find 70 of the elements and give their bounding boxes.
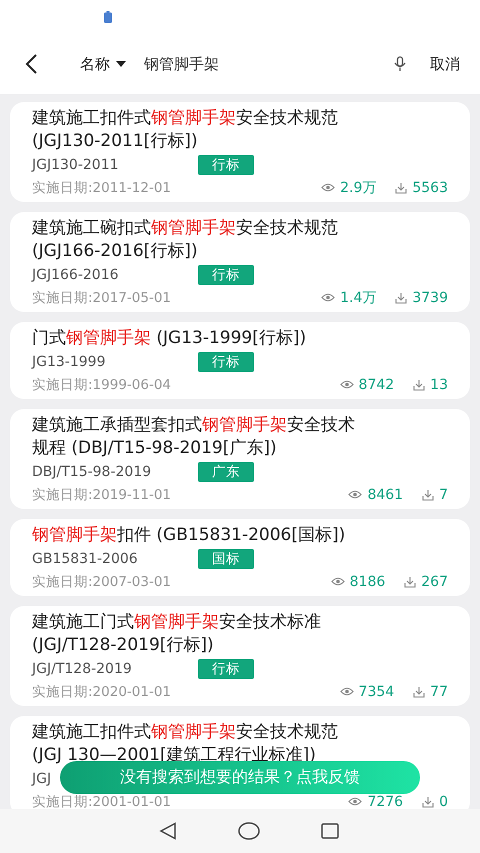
effective-date: 实施日期:2017-05-01 [32,288,172,306]
effective-date: 实施日期:2007-03-01 [32,572,172,590]
eye-icon [321,183,336,192]
eye-icon [348,797,362,806]
download-count: 0 [439,794,448,809]
download-count: 7 [439,486,448,502]
eye-icon [340,687,354,696]
download-count: 5563 [412,180,448,196]
caret-icon [116,60,126,68]
result-title: 钢管脚手架扣件 (GB15831-2006[国标]) [32,524,346,547]
download-icon [404,576,416,588]
back-button[interactable] [24,53,38,75]
eye-icon [348,490,362,499]
category-tag: 行标 [198,264,254,284]
effective-date: 实施日期:2019-11-01 [32,486,172,504]
standard-code: JGJ130-2011 [32,156,119,172]
standard-code: DBJ/T15-98-2019 [32,464,152,480]
eye-icon [321,293,336,302]
view-count: 2.9万 [340,178,376,196]
effective-date: 实施日期:1999-06-04 [32,376,172,394]
category-tag: 行标 [198,154,254,174]
download-icon [395,292,408,304]
result-card[interactable]: 门式钢管脚手架 (JG13-1999[行标]) JG13-1999 行标 实施日期:1999-06-04 8742 13 [10,322,470,399]
search-field[interactable]: 钢管脚手架 [144,55,394,73]
result-title: 建筑施工扣件式钢管脚手架安全技术规范(JGJ130-2011[行标]) [32,107,339,153]
result-title: 建筑施工门式钢管脚手架安全技术标准(JGJ/T128-2019[行标]) [32,611,322,657]
result-card[interactable]: 钢管脚手架扣件 (GB15831-2006[国标]) GB15831-2006 国标 实施日期:2007-03-01 8186 267 [10,519,470,596]
standard-code: GB15831-2006 [32,550,138,566]
result-title: 门式钢管脚手架 (JG13-1999[行标]) [32,327,308,350]
standard-code: JGJ166-2016 [32,266,119,282]
download-count: 3739 [412,290,448,306]
standard-code: JGJ [32,770,52,786]
effective-date: 实施日期:2001-01-01 [32,792,172,809]
standard-code: JGJ/T128-2019 [32,660,132,676]
result-title: 建筑施工承插型套扣式钢管脚手架安全技术规程 (DBJ/T15-98-2019[广东]) [32,414,356,460]
home-nav-icon[interactable] [238,822,260,840]
result-card[interactable]: 建筑施工门式钢管脚手架安全技术标准(JGJ/T128-2019[行标]) JGJ/T128-2019 行标 实施日期:2020-01-01 7354 77 [10,606,470,706]
view-count: 8461 [367,486,404,502]
view-count: 1.4万 [340,288,376,306]
eye-icon [340,380,354,389]
download-icon [413,686,426,698]
result-card[interactable]: 建筑施工承插型套扣式钢管脚手架安全技术规程 (DBJ/T15-98-2019[广东]) DBJ/T15-98-2019 广东 实施日期:2019-11-01 8461 7 [10,409,470,509]
download-count: 77 [430,684,448,700]
category-tag: 国标 [198,548,254,568]
view-count: 7276 [367,794,404,809]
effective-date: 实施日期:2011-12-01 [32,178,172,196]
download-icon [422,796,434,808]
category-tag: 行标 [198,658,254,678]
download-icon [395,182,408,194]
standard-code: JG13-1999 [32,354,106,370]
download-count: 13 [430,376,448,392]
view-count: 8186 [350,574,386,590]
download-icon [422,488,434,500]
filter-dropdown[interactable]: 名称 [80,54,126,74]
category-tag: 行标 [198,352,254,372]
view-count: 7354 [358,684,394,700]
download-icon [413,378,426,390]
result-title: 建筑施工碗扣式钢管脚手架安全技术规范(JGJ166-2016[行标]) [32,217,339,263]
view-count: 8742 [358,376,394,392]
effective-date: 实施日期:2020-01-01 [32,682,172,700]
category-tag: 广东 [198,462,254,482]
eye-icon [330,577,345,586]
recents-nav-icon[interactable] [321,823,340,839]
microphone-icon[interactable] [394,56,406,72]
cancel-button[interactable]: 取消 [430,54,460,74]
result-card[interactable]: 建筑施工扣件式钢管脚手架安全技术规范(JGJ130-2011[行标]) JGJ130-2011 行标 实施日期:2011-12-01 2.9万 5563 [10,102,470,202]
download-count: 267 [421,574,448,590]
result-card[interactable]: 建筑施工碗扣式钢管脚手架安全技术规范(JGJ166-2016[行标]) JGJ166-2016 行标 实施日期:2017-05-01 1.4万 3739 [10,212,470,312]
back-nav-icon[interactable] [158,822,177,840]
battery-icon [104,11,112,23]
